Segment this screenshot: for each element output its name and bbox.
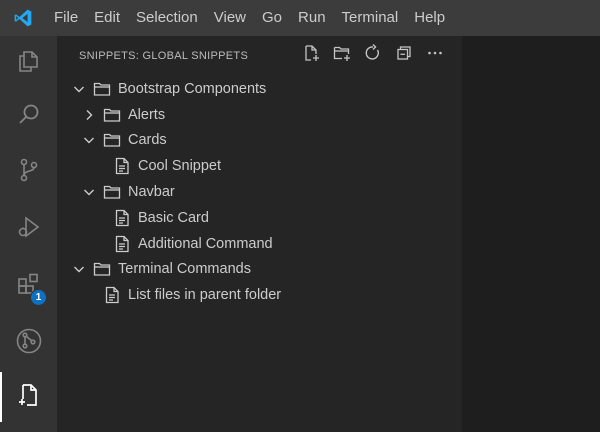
folder-icon (103, 131, 121, 149)
collapse-all-button[interactable] (388, 44, 419, 66)
snippets-sidebar: SNIPPETS: GLOBAL SNIPPETS Bootstrap Comp… (57, 36, 462, 432)
menu-run[interactable]: Run (290, 0, 334, 36)
new-folder-icon (333, 44, 351, 67)
tree-folder[interactable]: Alerts (57, 102, 462, 128)
tree-item-label: Cool Snippet (138, 158, 222, 175)
activity-gitlens[interactable] (0, 318, 57, 368)
tree-item-label: Basic Card (138, 209, 209, 226)
activity-run-debug[interactable] (0, 204, 57, 254)
refresh-button[interactable] (357, 43, 388, 67)
menu-edit[interactable]: Edit (86, 0, 128, 36)
menu-terminal[interactable]: Terminal (334, 0, 407, 36)
activity-bar: 1 (0, 36, 57, 432)
sidebar-actions (295, 43, 450, 67)
snippets-icon (16, 382, 42, 413)
chevron-right-icon[interactable] (81, 107, 97, 123)
tree-snippet[interactable]: List files in parent folder (57, 282, 462, 308)
chevron-down-icon[interactable] (71, 81, 87, 97)
more-actions-icon (426, 44, 444, 67)
refresh-icon (364, 43, 382, 67)
new-folder-button[interactable] (326, 44, 357, 66)
tree-folder[interactable]: Navbar (57, 179, 462, 205)
folder-icon (103, 106, 121, 124)
snippet-file-icon (103, 286, 121, 304)
snippet-file-icon (113, 235, 131, 253)
gitlens-icon (15, 327, 43, 360)
tree-item-label: Bootstrap Components (118, 80, 267, 97)
folder-icon (103, 183, 121, 201)
title-bar: File Edit Selection View Go Run Terminal Help (0, 0, 600, 36)
tree-item-label: Terminal Commands (118, 261, 251, 278)
folder-icon (93, 260, 111, 278)
chevron-down-icon[interactable] (71, 261, 87, 277)
chevron-down-icon[interactable] (81, 132, 97, 148)
activity-source-control[interactable] (0, 147, 57, 197)
tree-snippet[interactable]: Additional Command (57, 231, 462, 257)
tree-folder[interactable]: Cards (57, 128, 462, 154)
snippet-tree: Bootstrap Components Alerts Cards Cool Snip… (57, 76, 462, 308)
tree-folder[interactable]: Terminal Commands (57, 257, 462, 283)
run-debug-icon (16, 214, 42, 245)
activity-snippets[interactable] (0, 372, 57, 422)
tree-item-label: List files in parent folder (128, 287, 282, 304)
extensions-badge: 1 (30, 289, 47, 306)
sidebar-title: SNIPPETS: GLOBAL SNIPPETS (79, 50, 249, 62)
activity-search[interactable] (0, 92, 57, 142)
editor-area (462, 36, 600, 432)
source-control-icon (16, 157, 42, 188)
search-icon (16, 102, 42, 133)
activity-extensions[interactable]: 1 (0, 262, 57, 312)
new-snippet-button[interactable] (295, 44, 326, 66)
menu-go[interactable]: Go (254, 0, 290, 36)
tree-item-label: Cards (128, 132, 167, 149)
new-snippet-icon (302, 44, 320, 67)
menu-view[interactable]: View (206, 0, 254, 36)
menu-selection[interactable]: Selection (128, 0, 206, 36)
tree-item-label: Alerts (128, 106, 166, 123)
snippet-file-icon (113, 157, 131, 175)
snippet-file-icon (113, 209, 131, 227)
more-actions-button[interactable] (419, 44, 450, 66)
tree-snippet[interactable]: Cool Snippet (57, 153, 462, 179)
explorer-icon (16, 48, 42, 79)
activity-explorer[interactable] (0, 38, 57, 88)
tree-folder[interactable]: Bootstrap Components (57, 76, 462, 102)
menu-help[interactable]: Help (406, 0, 453, 36)
vscode-logo-icon (0, 0, 46, 36)
collapse-all-icon (395, 44, 413, 67)
tree-snippet[interactable]: Basic Card (57, 205, 462, 231)
folder-icon (93, 80, 111, 98)
sidebar-header: SNIPPETS: GLOBAL SNIPPETS (57, 36, 462, 74)
tree-item-label: Additional Command (138, 235, 273, 252)
tree-item-label: Navbar (128, 184, 175, 201)
menu-file[interactable]: File (46, 0, 86, 36)
menu-bar: File Edit Selection View Go Run Terminal Help (46, 0, 453, 36)
chevron-down-icon[interactable] (81, 184, 97, 200)
